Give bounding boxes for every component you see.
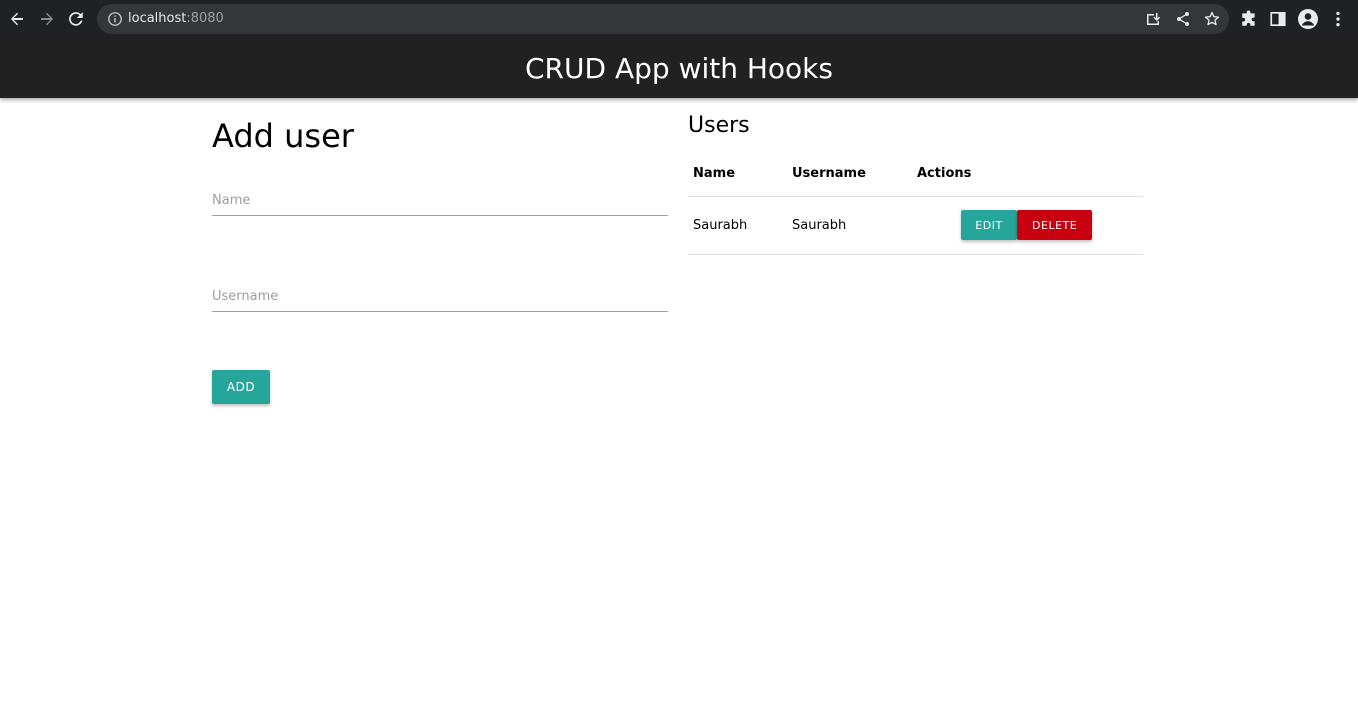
star-icon[interactable] [1203,10,1221,28]
users-title: Users [688,113,750,138]
user-name-cell: Saurabh [688,196,787,255]
side-panel-icon[interactable] [1268,9,1288,29]
name-field [212,186,668,216]
app-header: CRUD App with Hooks [0,38,1358,98]
actions-cell: EDIT DELETE [912,196,1143,255]
column-header-name: Name [688,152,787,197]
add-button[interactable]: ADD [212,370,270,404]
back-arrow-icon[interactable] [5,7,29,31]
username-field [212,282,668,312]
browser-toolbar: localhost:8080 [0,0,1358,38]
info-icon[interactable] [107,11,123,27]
column-header-username: Username [787,152,912,197]
column-header-actions: Actions [912,152,1143,197]
url-port: :8080 [186,11,224,26]
user-username-cell: Saurabh [787,196,912,255]
add-user-title: Add user [212,117,354,155]
add-user-form: Add user ADD [212,116,668,404]
share-icon[interactable] [1174,10,1192,28]
delete-button[interactable]: DELETE [1017,210,1093,240]
puzzle-icon[interactable] [1239,9,1259,29]
users-table: Name Username Actions Saurabh Saurabh ED… [688,152,1143,255]
name-input[interactable] [212,186,668,215]
more-vert-icon[interactable] [1328,9,1348,29]
app-title: CRUD App with Hooks [525,51,833,85]
edit-button[interactable]: EDIT [961,210,1017,240]
reload-icon[interactable] [64,7,88,31]
users-section: Users Name Username Actions Saurabh Saur… [688,112,1143,255]
address-bar[interactable]: localhost:8080 [97,4,1229,34]
table-row: Saurabh Saurabh EDIT DELETE [688,196,1143,255]
url-host: localhost [128,11,187,26]
url-text[interactable]: localhost:8080 [128,11,224,26]
install-app-icon[interactable] [1144,10,1162,28]
profile-icon[interactable] [1298,9,1318,29]
username-input[interactable] [212,282,668,311]
forward-arrow-icon[interactable] [35,7,59,31]
table-header-row: Name Username Actions [688,152,1143,197]
